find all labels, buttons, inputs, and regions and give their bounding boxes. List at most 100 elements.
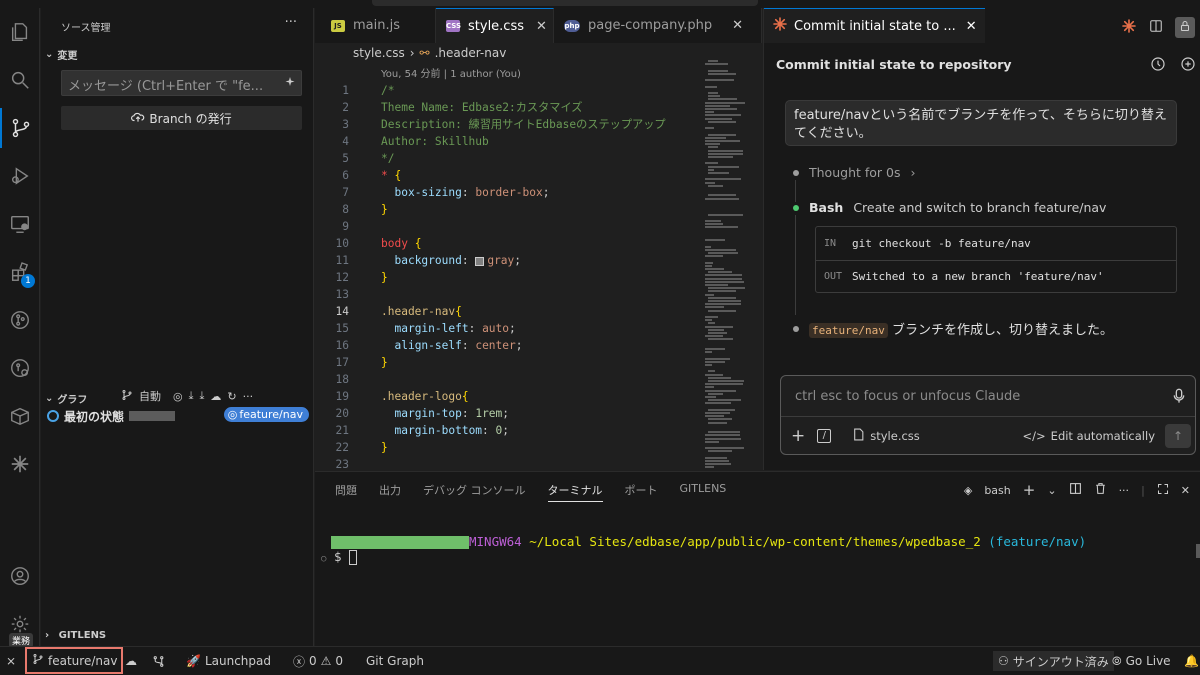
remote-explorer-icon[interactable] bbox=[0, 204, 40, 244]
tab-terminal[interactable]: ターミナル bbox=[547, 482, 603, 502]
split-terminal-icon[interactable] bbox=[1069, 482, 1082, 498]
more-actions-icon[interactable]: ··· bbox=[1119, 484, 1130, 497]
thought-step[interactable]: Thought for 0s › bbox=[793, 165, 916, 180]
claude-icon[interactable] bbox=[0, 444, 40, 484]
extensions-icon[interactable]: 1 bbox=[0, 252, 40, 292]
close-icon[interactable]: ✕ bbox=[536, 19, 547, 34]
css-property: background bbox=[394, 254, 462, 267]
minimap-line bbox=[708, 431, 740, 434]
lock-icon[interactable] bbox=[1175, 17, 1195, 38]
trash-icon[interactable] bbox=[1094, 482, 1107, 498]
tab-problems[interactable]: 問題 bbox=[335, 482, 357, 502]
graph-commit-row[interactable]: 最初の状態 ◎ feature/nav bbox=[47, 407, 309, 425]
minimap-line bbox=[705, 447, 745, 450]
refresh-icon[interactable]: ↻ bbox=[227, 390, 236, 403]
microphone-icon[interactable] bbox=[1173, 388, 1185, 407]
history-icon[interactable] bbox=[1150, 56, 1166, 75]
new-terminal-icon[interactable]: + bbox=[1023, 481, 1036, 499]
command-center[interactable] bbox=[372, 0, 758, 6]
problems-indicator[interactable]: ⓧ 0 ⚠ 0 bbox=[293, 647, 343, 675]
gitlens-section-header[interactable]: › GITLENS bbox=[45, 630, 106, 641]
status-branch[interactable]: feature/nav bbox=[25, 647, 123, 674]
edit-mode-selector[interactable]: </> Edit automatically bbox=[1023, 429, 1155, 443]
tab-main-js[interactable]: JS main.js bbox=[315, 8, 436, 43]
breadcrumb-file[interactable]: style.css bbox=[353, 46, 405, 60]
minimap-line bbox=[705, 386, 714, 389]
cloud-upload-icon[interactable]: ☁ bbox=[210, 390, 221, 403]
chevron-down-icon[interactable]: ⌄ bbox=[1047, 484, 1056, 497]
new-chat-icon[interactable] bbox=[1180, 56, 1196, 75]
add-icon[interactable]: + bbox=[791, 426, 805, 446]
changes-section-header[interactable]: ⌄ 変更 bbox=[45, 47, 77, 62]
terminal-output[interactable]: MINGW64 ~/Local Sites/edbase/app/public/… bbox=[321, 534, 1086, 565]
more-actions-icon[interactable]: ··· bbox=[285, 15, 297, 30]
target-icon[interactable]: ◎ bbox=[173, 390, 183, 403]
chat-tab[interactable]: Commit initial state to ... ✕ bbox=[764, 8, 985, 43]
minimap-line bbox=[708, 156, 733, 158]
maximize-panel-icon[interactable] bbox=[1157, 483, 1169, 498]
commit-message-input[interactable]: メッセージ (Ctrl+Enter で "fe... bbox=[61, 70, 302, 96]
attached-file[interactable]: style.css bbox=[870, 429, 920, 443]
color-swatch[interactable] bbox=[475, 256, 485, 266]
close-icon[interactable]: ✕ bbox=[732, 18, 743, 33]
git-branches-icon[interactable] bbox=[152, 647, 165, 675]
packages-icon[interactable] bbox=[0, 396, 40, 436]
git-graph-button[interactable]: Git Graph bbox=[366, 647, 424, 675]
terminal-shell-icon: ◈ bbox=[963, 483, 973, 497]
search-icon[interactable] bbox=[0, 60, 40, 100]
tab-ports[interactable]: ポート bbox=[625, 482, 658, 502]
publish-cloud-icon[interactable]: ☁ bbox=[125, 647, 137, 675]
generate-commit-message-icon[interactable] bbox=[284, 76, 296, 91]
status-branch-label: feature/nav bbox=[48, 653, 118, 668]
chat-input-box[interactable]: ctrl esc to focus or unfocus Claude + / … bbox=[780, 375, 1196, 455]
branch-auto-icon[interactable] bbox=[121, 389, 133, 404]
account-icon[interactable] bbox=[0, 556, 40, 596]
bash-io-box: IN git checkout -b feature/nav OUT Switc… bbox=[815, 226, 1177, 293]
launchpad-item[interactable]: 🚀 Launchpad bbox=[186, 647, 271, 675]
notifications-bell-icon[interactable]: 🔔 bbox=[1184, 647, 1199, 675]
chat-input-placeholder[interactable]: ctrl esc to focus or unfocus Claude bbox=[795, 389, 1020, 404]
commit-node-icon bbox=[47, 410, 59, 422]
close-icon[interactable]: ✕ bbox=[966, 19, 977, 34]
terminal-scrollbar[interactable] bbox=[1196, 544, 1200, 558]
go-live-button[interactable]: ⦾ Go Live bbox=[1112, 647, 1171, 675]
minimap[interactable] bbox=[705, 58, 755, 470]
breadcrumb-symbol[interactable]: .header-nav bbox=[435, 46, 507, 60]
minimap-line bbox=[705, 335, 723, 338]
close-panel-icon[interactable]: ✕ bbox=[1181, 484, 1190, 497]
explorer-icon[interactable] bbox=[0, 12, 40, 52]
tab-gitlens[interactable]: GITLENS bbox=[680, 482, 727, 502]
tab-page-company-php[interactable]: php page-company.php ✕ bbox=[554, 8, 762, 43]
minimap-line bbox=[705, 140, 740, 142]
timeline-line bbox=[795, 180, 796, 202]
send-button[interactable]: ↑ bbox=[1165, 424, 1191, 448]
line-number: 17 bbox=[335, 356, 349, 369]
tab-debug-console[interactable]: デバッグ コンソール bbox=[423, 482, 526, 502]
remote-indicator-icon[interactable]: ⨯ bbox=[6, 647, 16, 675]
commit-message: 最初の状態 bbox=[64, 409, 125, 424]
more-actions-icon[interactable]: ··· bbox=[243, 390, 254, 403]
run-debug-icon[interactable] bbox=[0, 156, 40, 196]
signout-status[interactable]: ⚇ サインアウト済み bbox=[993, 651, 1114, 671]
gitlens-inspect-icon[interactable] bbox=[0, 348, 40, 388]
pull-icon[interactable]: ⤓ bbox=[199, 389, 204, 403]
slash-command-icon[interactable]: / bbox=[817, 429, 832, 443]
graph-auto-label[interactable]: 自動 bbox=[139, 388, 161, 404]
split-editor-icon[interactable] bbox=[1149, 19, 1163, 36]
shell-label[interactable]: bash bbox=[984, 484, 1010, 497]
minimap-line bbox=[705, 248, 737, 251]
tab-output[interactable]: 出力 bbox=[379, 482, 401, 502]
tab-style-css[interactable]: CSS style.css ✕ bbox=[436, 8, 554, 43]
graph-section-header[interactable]: ⌄ グラフ 自動 ◎ ⤓ ⤓ ☁ ↻ ··· bbox=[45, 388, 313, 408]
branch-pill[interactable]: ◎ feature/nav bbox=[223, 407, 309, 422]
chevron-right-icon: › bbox=[45, 630, 50, 641]
gitlens-blame[interactable]: You, 54 分前 | 1 author (You) bbox=[381, 65, 521, 80]
broadcast-icon: ⦾ bbox=[1112, 653, 1122, 668]
code-area[interactable]: 1 /* 2 Theme Name: Edbase2:カスタマイズ 3 Descrip… bbox=[315, 82, 705, 470]
source-control-icon[interactable] bbox=[0, 108, 40, 148]
fetch-icon[interactable]: ⤓ bbox=[189, 389, 194, 403]
source-control-sidebar: ソース管理 ··· ⌄ 変更 メッセージ (Ctrl+Enter で "fe..… bbox=[41, 8, 314, 646]
claude-logo-icon[interactable] bbox=[1121, 18, 1137, 37]
publish-branch-button[interactable]: Branch の発行 bbox=[61, 106, 302, 130]
gitlens-icon[interactable] bbox=[0, 300, 40, 340]
